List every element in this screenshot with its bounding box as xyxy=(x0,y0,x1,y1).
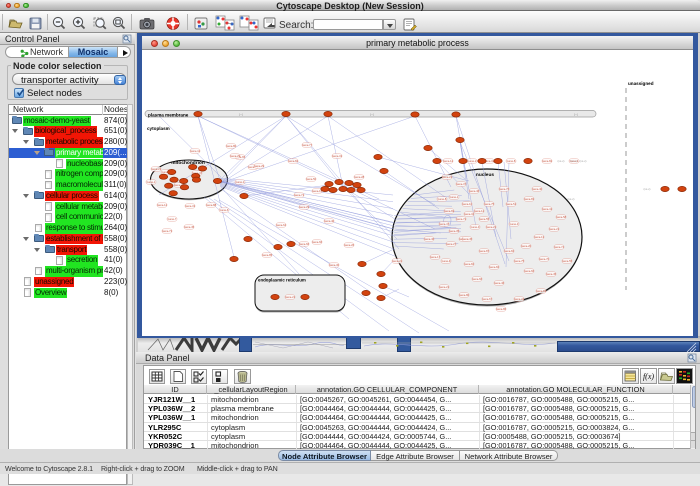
svg-text:Gene-64: Gene-64 xyxy=(276,223,287,227)
svg-text:unassigned: unassigned xyxy=(628,81,654,86)
svg-text:Gene-29: Gene-29 xyxy=(230,154,241,158)
svg-text:Gene-70: Gene-70 xyxy=(539,257,550,261)
svg-text:Gene-46: Gene-46 xyxy=(469,189,480,193)
svg-text:Gene-76: Gene-76 xyxy=(499,187,510,191)
svg-text:Gene-29: Gene-29 xyxy=(299,205,310,209)
svg-text:Gene-12: Gene-12 xyxy=(443,159,454,163)
svg-text:(xx-x): (xx-x) xyxy=(580,159,587,163)
svg-text:Gene-7: Gene-7 xyxy=(168,217,177,221)
svg-text:Gene-45: Gene-45 xyxy=(184,225,195,229)
svg-text:Gene-30: Gene-30 xyxy=(329,263,340,267)
svg-text:Gene-21: Gene-21 xyxy=(442,175,453,179)
svg-text:Gene-21: Gene-21 xyxy=(285,295,296,299)
svg-text:Gene-46: Gene-46 xyxy=(494,281,505,285)
svg-text:Gene-85: Gene-85 xyxy=(262,253,273,257)
svg-text:plasma membrane: plasma membrane xyxy=(148,113,189,118)
svg-text:Gene-10: Gene-10 xyxy=(462,202,473,206)
svg-text:Gene-84: Gene-84 xyxy=(489,265,500,269)
svg-text:Gene-47: Gene-47 xyxy=(439,222,450,226)
svg-text:Gene-12: Gene-12 xyxy=(157,203,168,207)
svg-text:Gene-87: Gene-87 xyxy=(479,249,490,253)
svg-text:Gene-80: Gene-80 xyxy=(459,293,470,297)
svg-text:Gene-8: Gene-8 xyxy=(507,159,516,163)
svg-text:Gene-66: Gene-66 xyxy=(299,242,310,246)
svg-text:Gene-73: Gene-73 xyxy=(162,229,173,233)
svg-text:Gene-77: Gene-77 xyxy=(302,143,313,147)
svg-text:Gene-58: Gene-58 xyxy=(556,215,567,219)
svg-text:Gene-22: Gene-22 xyxy=(392,259,403,263)
svg-text:Gene-55: Gene-55 xyxy=(562,259,573,263)
svg-text:Gene-11: Gene-11 xyxy=(190,149,200,153)
svg-text:Gene-86: Gene-86 xyxy=(496,307,507,311)
svg-text:Gene-20: Gene-20 xyxy=(521,244,532,248)
svg-text:Gene-23: Gene-23 xyxy=(151,167,162,171)
svg-text:Gene-21: Gene-21 xyxy=(549,227,560,231)
svg-text:Gene-66: Gene-66 xyxy=(472,277,483,281)
svg-text:Gene-84: Gene-84 xyxy=(288,159,299,163)
svg-text:Gene-80: Gene-80 xyxy=(226,144,237,148)
svg-text:Gene-6: Gene-6 xyxy=(220,208,229,212)
svg-text:Gene-8: Gene-8 xyxy=(438,197,447,201)
svg-text:(xx-x): (xx-x) xyxy=(571,159,578,163)
svg-text:Gene-45: Gene-45 xyxy=(462,237,473,241)
svg-text:Gene-31: Gene-31 xyxy=(332,154,343,158)
svg-text:Gene-29: Gene-29 xyxy=(254,164,265,168)
svg-text:Gene-1: Gene-1 xyxy=(450,195,459,199)
svg-text:Gene-66: Gene-66 xyxy=(524,269,535,273)
svg-text:endoplasmic reticulum: endoplasmic reticulum xyxy=(258,278,306,283)
svg-text:Gene-55: Gene-55 xyxy=(479,217,490,221)
svg-text:Gene-84: Gene-84 xyxy=(464,262,475,266)
svg-text:Gene-41: Gene-41 xyxy=(542,207,553,211)
svg-text:Gene-83: Gene-83 xyxy=(524,197,535,201)
svg-text:Gene-88: Gene-88 xyxy=(206,203,217,207)
svg-text:cytoplasm: cytoplasm xyxy=(147,126,170,131)
svg-text:[--]: [--] xyxy=(239,113,243,117)
svg-text:Gene-21: Gene-21 xyxy=(439,285,450,289)
svg-text:(xx-x): (xx-x) xyxy=(558,159,565,163)
svg-text:Gene-35: Gene-35 xyxy=(449,229,460,233)
svg-text:Gene-40: Gene-40 xyxy=(324,219,335,223)
svg-text:Gene-2: Gene-2 xyxy=(468,159,477,163)
svg-text:Gene-9: Gene-9 xyxy=(442,259,451,263)
svg-text:Gene-50: Gene-50 xyxy=(306,177,317,181)
svg-text:Gene-24: Gene-24 xyxy=(514,297,525,301)
svg-text:Gene-72: Gene-72 xyxy=(456,217,467,221)
svg-text:Gene-13: Gene-13 xyxy=(534,235,545,239)
svg-text:Gene-37: Gene-37 xyxy=(456,182,467,186)
svg-text:nucleus: nucleus xyxy=(476,172,494,178)
svg-text:[--]: [--] xyxy=(574,113,578,117)
svg-text:mitochondrion: mitochondrion xyxy=(171,160,205,166)
svg-text:(xx-x): (xx-x) xyxy=(644,187,651,191)
svg-text:[--]: [--] xyxy=(370,113,374,117)
svg-text:Gene-26: Gene-26 xyxy=(344,243,355,247)
svg-text:Gene-71: Gene-71 xyxy=(294,193,305,197)
svg-text:Gene-46: Gene-46 xyxy=(424,237,435,241)
svg-text:Gene-67: Gene-67 xyxy=(482,297,493,301)
svg-text:Gene-0: Gene-0 xyxy=(471,225,480,229)
svg-text:Gene-75: Gene-75 xyxy=(514,259,525,263)
svg-text:Gene-69: Gene-69 xyxy=(444,209,455,213)
svg-text:(xx-x): (xx-x) xyxy=(568,197,575,201)
svg-text:Gene-1: Gene-1 xyxy=(236,180,245,184)
svg-text:Gene-51: Gene-51 xyxy=(506,202,517,206)
svg-text:Gene-1: Gene-1 xyxy=(147,180,156,184)
svg-text:Gene-31: Gene-31 xyxy=(185,204,196,208)
svg-text:Gene-23: Gene-23 xyxy=(486,225,497,229)
svg-text:Gene-17: Gene-17 xyxy=(430,255,441,259)
svg-text:Gene-45: Gene-45 xyxy=(546,272,557,276)
svg-text:Gene-27: Gene-27 xyxy=(446,242,457,246)
svg-text:Gene-81: Gene-81 xyxy=(536,289,547,293)
svg-text:Gene-74: Gene-74 xyxy=(554,245,565,249)
svg-text:Gene-12: Gene-12 xyxy=(474,209,485,213)
svg-text:Gene-28: Gene-28 xyxy=(354,175,365,179)
svg-text:Gene-40: Gene-40 xyxy=(532,187,543,191)
svg-text:Gene-66: Gene-66 xyxy=(312,240,323,244)
svg-text:Gene-3: Gene-3 xyxy=(510,222,519,226)
svg-text:Gene-84: Gene-84 xyxy=(504,249,515,253)
svg-text:Gene-82: Gene-82 xyxy=(542,159,553,163)
svg-text:Gene-75: Gene-75 xyxy=(484,202,495,206)
